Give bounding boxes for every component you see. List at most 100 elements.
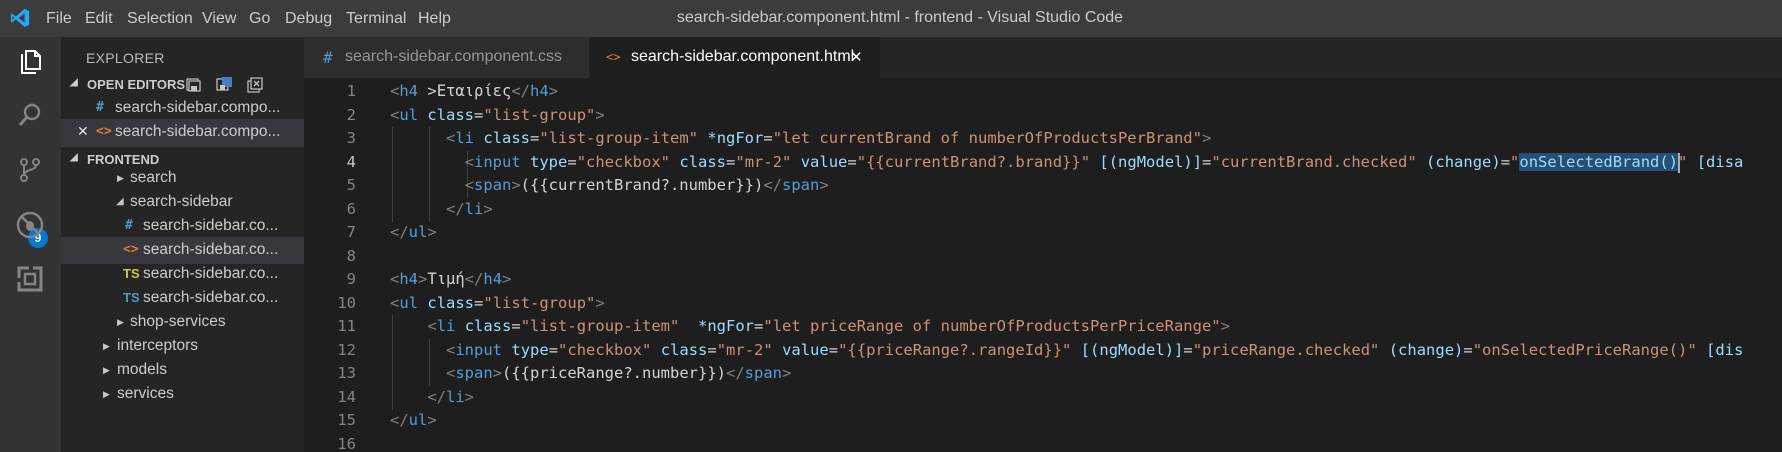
code-line[interactable]: 15 </ul> xyxy=(304,409,1782,433)
code-token: [disa xyxy=(1696,152,1744,171)
code-line[interactable]: 16 xyxy=(304,433,1782,452)
tree-label: search-sidebar.co... xyxy=(143,241,279,258)
save-icon[interactable] xyxy=(216,76,233,93)
line-number: 12 xyxy=(337,340,356,359)
tree-file-css[interactable]: # search-sidebar.co... xyxy=(61,213,304,240)
code-line[interactable]: 11 <li class="list-group-item" *ngFor="l… xyxy=(304,315,1782,339)
code-text: <ul class="list-group"> xyxy=(390,106,605,124)
code-line[interactable]: 8 xyxy=(304,245,1782,269)
tree-file-spec-ts[interactable]: TS search-sidebar.co... xyxy=(61,261,304,288)
code-line[interactable]: 4 <input type="checkbox" class="mr-2" va… xyxy=(304,150,1782,175)
code-line[interactable]: 2 <ul class="list-group"> xyxy=(304,104,1782,128)
html-file-icon: <> xyxy=(606,50,621,64)
code-line[interactable]: 14 </li> xyxy=(304,385,1782,410)
code-line[interactable]: 7 </ul> xyxy=(304,221,1782,245)
debug-activity[interactable] xyxy=(10,205,50,245)
code-token: class xyxy=(660,340,708,359)
code-token: h4 xyxy=(483,270,503,288)
css-file-icon: # xyxy=(125,218,133,233)
code-token: = xyxy=(707,340,717,359)
code-token: < xyxy=(390,293,400,312)
extensions-icon xyxy=(17,266,43,292)
code-line[interactable]: 13 <span>({{priceRange?.number}})</span> xyxy=(304,362,1782,386)
code-line[interactable]: 5 <span>({{currentBrand?.number}})</span… xyxy=(304,174,1782,198)
code-editor[interactable]: 1 <h4 >Εταιρίες</h4> 2 <ul class="list-grou… xyxy=(304,78,1782,452)
code-token: > xyxy=(511,176,521,194)
code-line[interactable]: 10 <ul class="list-group"> xyxy=(304,292,1782,316)
chevron-right-icon: ▶ xyxy=(103,365,110,375)
tree-folder-search-sidebar[interactable]: ◢ search-sidebar xyxy=(61,189,304,216)
close-all-icon[interactable] xyxy=(247,76,264,93)
chevron-right-icon: ▶ xyxy=(103,389,110,399)
chevron-right-icon: ▶ xyxy=(103,341,110,351)
tree-folder-search[interactable]: ▶ search xyxy=(61,167,304,191)
tree-folder-models[interactable]: ▶ models xyxy=(61,357,304,384)
code-token: < xyxy=(427,317,437,335)
menu-file[interactable]: File xyxy=(46,10,72,28)
source-control-activity[interactable] xyxy=(10,150,50,190)
open-editor-item-html[interactable]: ✕ <> search-sidebar.compo... xyxy=(61,119,304,146)
open-editor-label: search-sidebar.compo... xyxy=(115,99,281,116)
line-number: 13 xyxy=(337,364,356,382)
code-token: (change) xyxy=(1388,340,1464,359)
html-file-icon: <> xyxy=(96,124,112,139)
line-number: 9 xyxy=(346,270,356,288)
line-number: 5 xyxy=(346,176,356,194)
code-token: input xyxy=(474,152,521,171)
code-token: [(ngModel)] xyxy=(1080,340,1184,359)
tree-folder-shop-services[interactable]: ▶ shop-services xyxy=(61,309,304,336)
code-token: < xyxy=(446,364,456,382)
code-token: class xyxy=(427,293,475,312)
menu-selection[interactable]: Selection xyxy=(127,10,193,28)
tree-file-html[interactable]: <> search-sidebar.co... xyxy=(61,237,304,264)
code-token: = xyxy=(763,129,773,147)
save-all-icon[interactable] xyxy=(185,76,202,93)
code-token: > xyxy=(492,364,503,382)
code-token: = xyxy=(474,293,484,312)
code-text: <h4>Τιμή</h4> xyxy=(390,270,511,288)
explorer-activity[interactable] xyxy=(10,42,50,82)
menu-debug[interactable]: Debug xyxy=(285,10,332,28)
code-token: ({{currentBrand?.number}}) xyxy=(520,176,764,194)
code-token: ul xyxy=(399,105,419,124)
open-editors-header[interactable]: ◢ OPEN EDITORS xyxy=(61,72,304,97)
menu-go[interactable]: Go xyxy=(249,10,270,28)
code-line[interactable]: 1 <h4 >Εταιρίες</h4> xyxy=(304,80,1782,104)
code-line[interactable]: 3 <li class="list-group-item" *ngFor="le… xyxy=(304,127,1782,151)
open-editor-item-css[interactable]: # search-sidebar.compo... xyxy=(61,95,304,122)
tree-file-ts[interactable]: TS search-sidebar.co... xyxy=(61,285,304,312)
menu-view[interactable]: View xyxy=(202,10,236,28)
tab-css[interactable]: # search-sidebar.component.css xyxy=(304,37,589,78)
close-editor-icon[interactable]: ✕ xyxy=(77,123,89,140)
code-line[interactable]: 12 <input type="checkbox" class="mr-2" v… xyxy=(304,338,1782,363)
tree-folder-interceptors[interactable]: ▶ interceptors xyxy=(61,333,304,360)
tree-folder-services[interactable]: ▶ services xyxy=(61,381,304,408)
line-number: 16 xyxy=(337,434,356,452)
extensions-activity[interactable] xyxy=(10,259,50,299)
menu-edit[interactable]: Edit xyxy=(85,10,113,28)
code-token: > xyxy=(1201,129,1212,147)
code-token: </ xyxy=(725,364,745,382)
code-token: h4 xyxy=(399,82,419,100)
window-title: search-sidebar.component.html - frontend… xyxy=(676,9,1124,26)
code-token: = xyxy=(1463,340,1473,359)
tab-html[interactable]: <> search-sidebar.component.html ✕ xyxy=(590,37,880,78)
code-line[interactable]: 9 <h4>Τιμή</h4> xyxy=(304,268,1782,292)
code-token: = xyxy=(567,152,577,171)
menu-help[interactable]: Help xyxy=(418,10,451,28)
close-icon[interactable]: ✕ xyxy=(850,48,863,66)
code-token: "mr-2" xyxy=(735,152,792,171)
code-line[interactable]: 6 </li> xyxy=(304,197,1782,222)
explorer-title: EXPLORER xyxy=(86,50,165,66)
tree-label: search-sidebar.co... xyxy=(143,289,279,306)
code-token: = xyxy=(1500,152,1511,171)
explorer-sidebar: EXPLORER ◢ OPEN EDITORS # search-sidebar… xyxy=(61,37,304,452)
search-activity[interactable] xyxy=(10,95,50,135)
menu-terminal[interactable]: Terminal xyxy=(346,10,406,28)
code-token: li xyxy=(464,199,484,218)
